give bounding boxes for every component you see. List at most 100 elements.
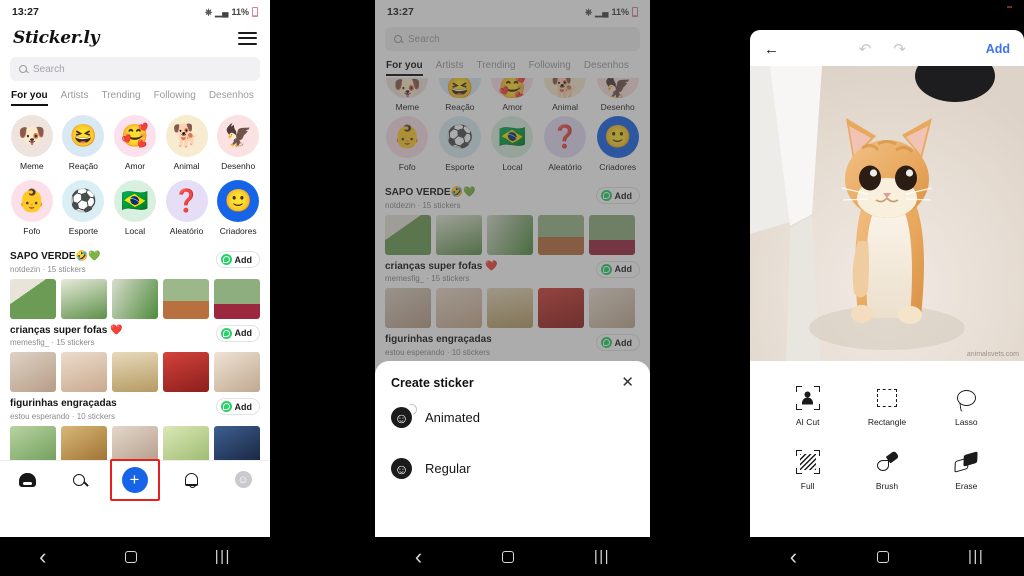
tool-rectangle[interactable]: Rectangle xyxy=(856,383,918,427)
sticker-thumb[interactable] xyxy=(112,352,158,392)
category-desenho[interactable]: 🦅 Desenho xyxy=(215,115,261,171)
tab-artists[interactable]: Artists xyxy=(61,90,89,106)
home-nav-icon[interactable] xyxy=(124,550,137,563)
android-nav-bar: ||| xyxy=(375,537,650,576)
category-fofo-icon: 👶 xyxy=(10,180,53,222)
tool-erase[interactable]: Erase xyxy=(935,447,997,491)
sticker-thumb[interactable] xyxy=(214,352,260,392)
battery-percent-label: 11% xyxy=(231,7,249,17)
tab-following[interactable]: Following xyxy=(154,90,196,106)
status-time: 13:27 xyxy=(12,6,39,18)
pack-header: crianças super fofas ❤️ memesfig_ · 15 s… xyxy=(10,324,260,347)
sticker-thumb[interactable] xyxy=(163,352,209,392)
category-meme[interactable]: 🐶 Meme xyxy=(9,115,55,171)
sticker-pack-sapo-verde[interactable]: SAPO VERDE🤣💚 notdezin · 15 stickers Add xyxy=(0,245,270,319)
redo-icon[interactable]: ↷ xyxy=(893,40,906,58)
category-amor-icon: 🥰 xyxy=(113,115,156,157)
category-esporte[interactable]: ⚽ Esporte xyxy=(60,180,106,236)
sticker-thumb[interactable] xyxy=(112,278,158,319)
battery-icon xyxy=(252,7,258,17)
category-local[interactable]: 🇧🇷 Local xyxy=(112,180,158,236)
tool-label: Brush xyxy=(875,481,899,491)
sheet-option-animated[interactable]: ☺ Animated xyxy=(391,390,634,428)
sticker-thumb[interactable] xyxy=(214,278,260,319)
app-screen-home: 13:27 ⎈ ▁▄ 11% Sticker.ly Search For you… xyxy=(0,0,270,537)
tab-desenhos[interactable]: Desenhos xyxy=(209,90,254,106)
sticker-thumb[interactable] xyxy=(61,278,107,319)
sticker-thumb[interactable] xyxy=(10,278,56,319)
editor-photo[interactable]: animalsvets.com xyxy=(750,66,1024,361)
category-criadores-label: Criadores xyxy=(219,226,257,236)
sticker-thumb[interactable] xyxy=(10,352,56,392)
tab-trending[interactable]: Trending xyxy=(101,90,140,106)
wifi-icon: ⎈ xyxy=(204,6,213,17)
editor-tools: AI Cut Rectangle Lasso Full Brush Erase xyxy=(750,361,1024,491)
pack-header: SAPO VERDE🤣💚 notdezin · 15 stickers Add xyxy=(10,251,260,274)
animated-smiley-icon: ☺ xyxy=(391,407,412,428)
add-label: Add xyxy=(234,254,253,265)
profile-avatar-icon[interactable]: ☺ xyxy=(234,471,252,488)
sheet-option-label: Animated xyxy=(425,410,480,425)
ai-cut-icon xyxy=(777,383,839,413)
status-indicators: ⎈ ▁▄ 11% xyxy=(205,7,258,18)
category-fofo[interactable]: 👶 Fofo xyxy=(9,180,55,236)
whatsapp-icon xyxy=(220,401,232,412)
tool-label: AI Cut xyxy=(795,417,820,427)
category-esporte-label: Esporte xyxy=(68,226,99,236)
tool-lasso[interactable]: Lasso xyxy=(935,383,997,427)
recents-nav-icon[interactable]: ||| xyxy=(215,549,231,564)
category-animal[interactable]: 🐕 Animal xyxy=(164,115,210,171)
app-bottom-nav: + ☺ xyxy=(0,458,270,501)
sticker-thumb[interactable] xyxy=(61,352,107,392)
whatsapp-icon xyxy=(220,254,232,265)
category-criadores-icon: 🙂 xyxy=(217,180,260,222)
category-reacao[interactable]: 😆 Reação xyxy=(60,115,106,171)
search-icon xyxy=(19,65,27,73)
tool-label: Full xyxy=(800,481,815,491)
close-icon[interactable]: ✕ xyxy=(621,375,634,390)
recents-nav-icon[interactable]: ||| xyxy=(594,549,610,564)
category-fofo-label: Fofo xyxy=(23,226,41,236)
tool-ai-cut[interactable]: AI Cut xyxy=(777,383,839,427)
recents-nav-icon[interactable]: ||| xyxy=(968,549,984,564)
undo-icon[interactable]: ↶ xyxy=(859,40,872,58)
sticker-pack-criancas-super-fofas[interactable]: crianças super fofas ❤️ memesfig_ · 15 s… xyxy=(0,319,270,392)
bell-icon[interactable] xyxy=(184,473,198,488)
category-meme-label: Meme xyxy=(19,161,44,171)
add-pack-button[interactable]: Add xyxy=(215,251,260,268)
app-logo: Sticker.ly xyxy=(13,28,100,48)
tool-label: Rectangle xyxy=(867,417,907,427)
create-sticker-button[interactable]: + xyxy=(109,458,160,501)
back-nav-icon[interactable] xyxy=(790,546,797,568)
hamburger-menu-icon[interactable] xyxy=(238,31,257,45)
tool-brush[interactable]: Brush xyxy=(856,447,918,491)
tab-for-you[interactable]: For you xyxy=(11,90,48,106)
search-input[interactable]: Search xyxy=(10,57,260,81)
back-nav-icon[interactable] xyxy=(415,546,422,568)
category-criadores[interactable]: 🙂 Criadores xyxy=(215,180,261,236)
home-nav-icon[interactable] xyxy=(502,550,515,563)
add-pack-button[interactable]: Add xyxy=(215,398,260,415)
back-nav-icon[interactable] xyxy=(39,546,46,568)
add-pack-button[interactable]: Add xyxy=(215,324,260,342)
home-icon[interactable] xyxy=(18,472,36,487)
search-icon[interactable] xyxy=(72,473,85,486)
pack-subtitle: memesfig_ · 15 stickers xyxy=(10,338,95,347)
tool-full[interactable]: Full xyxy=(777,447,839,491)
category-reacao-label: Reação xyxy=(68,161,99,171)
back-arrow-icon[interactable]: ← xyxy=(764,41,779,58)
sticker-thumb[interactable] xyxy=(163,278,209,319)
sticker-pack-figurinhas-engracadas[interactable]: figurinhas engraçadas estou esperando · … xyxy=(0,392,270,466)
category-aleatorio[interactable]: ❓ Aleatório xyxy=(164,180,210,236)
lasso-icon xyxy=(935,383,997,413)
category-amor-label: Amor xyxy=(124,161,146,171)
history-controls: ↶ ↷ xyxy=(859,40,906,58)
sheet-option-regular[interactable]: ☺ Regular xyxy=(391,428,634,479)
category-amor[interactable]: 🥰 Amor xyxy=(112,115,158,171)
pack-title: SAPO VERDE🤣💚 xyxy=(10,251,101,262)
home-nav-icon[interactable] xyxy=(876,550,889,563)
pack-header: figurinhas engraçadas estou esperando · … xyxy=(10,398,260,421)
category-tabs: For you Artists Trending Following Desen… xyxy=(0,81,270,106)
app-header: Sticker.ly xyxy=(0,24,270,54)
add-button[interactable]: Add xyxy=(986,42,1010,56)
